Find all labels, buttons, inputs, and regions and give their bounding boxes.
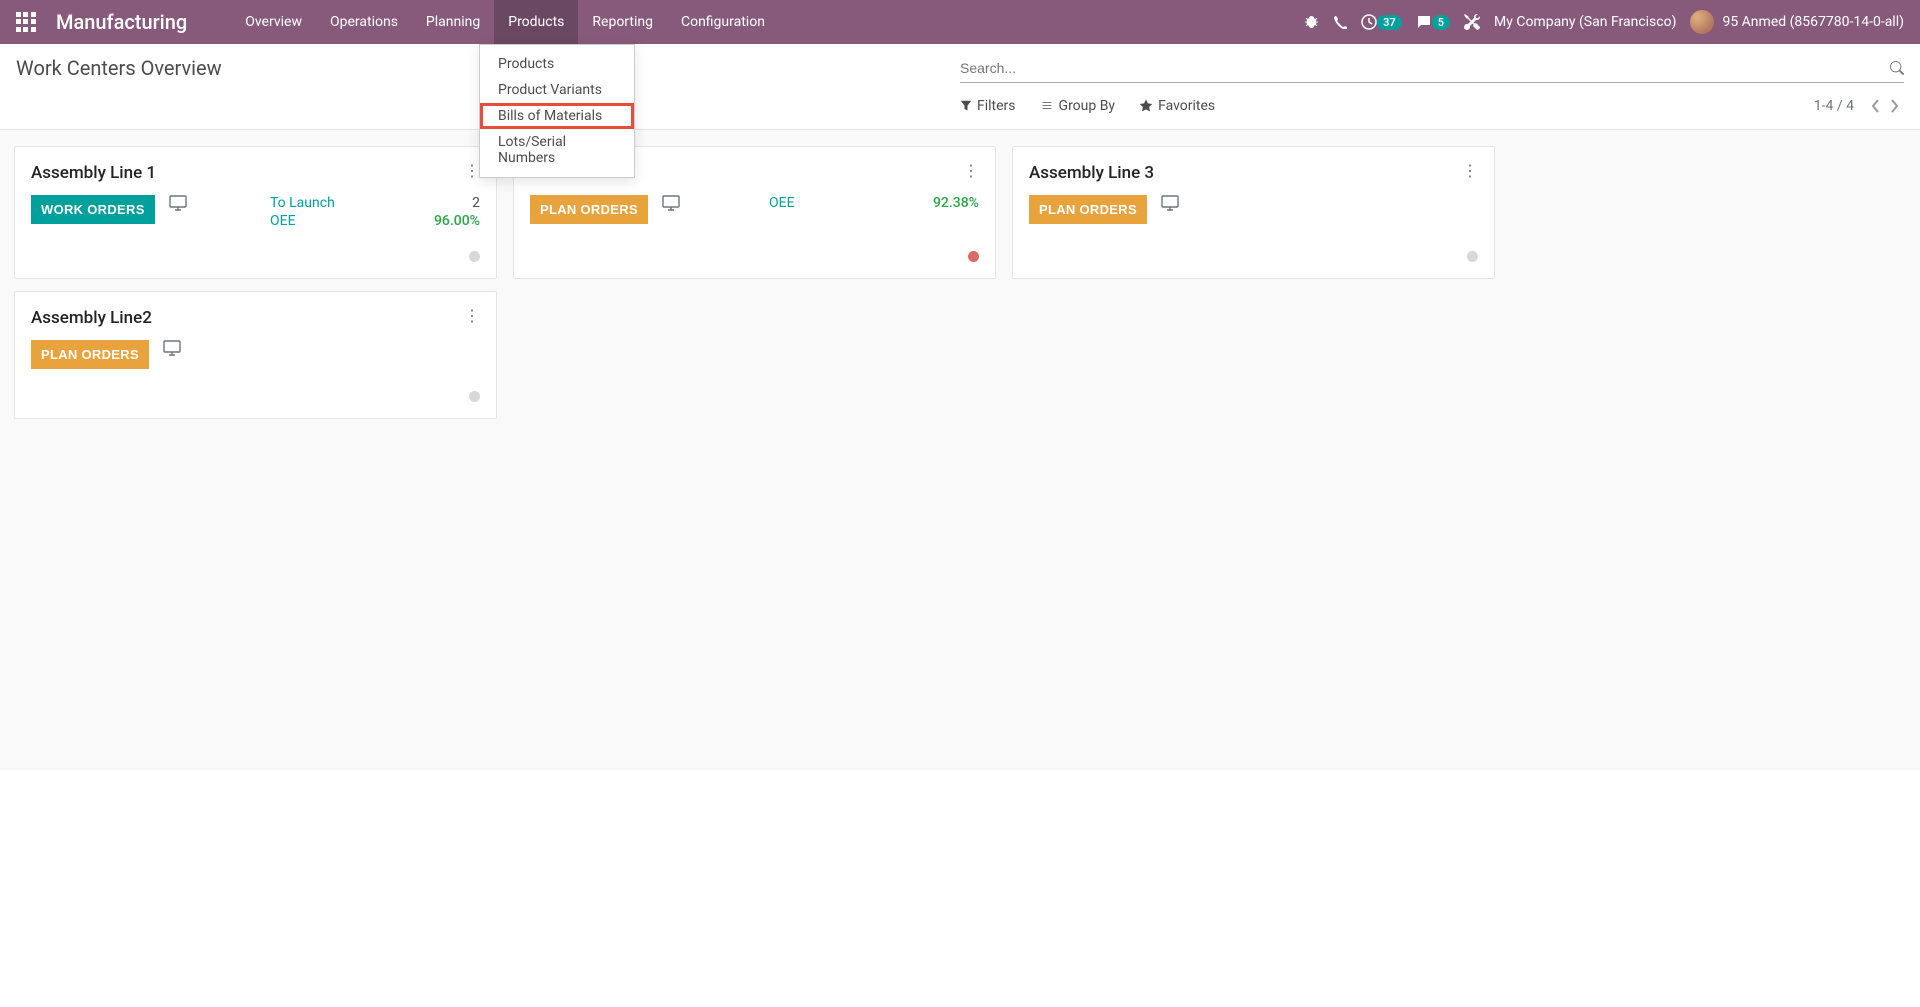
products-dropdown: Products Product Variants Bills of Mater… (479, 44, 635, 178)
search-icon[interactable] (1890, 61, 1904, 75)
chat-count: 5 (1432, 15, 1450, 30)
dropdown-products[interactable]: Products (480, 51, 634, 77)
search-row (960, 56, 1904, 83)
timer-badge[interactable]: 37 (1361, 14, 1402, 30)
search-input[interactable] (960, 56, 1890, 80)
monitor-icon[interactable] (662, 195, 680, 211)
dropdown-lots-serial[interactable]: Lots/Serial Numbers (480, 129, 634, 171)
card-menu-icon[interactable]: ⋮ (1462, 163, 1478, 179)
workcenter-card[interactable]: Assembly Line 3 ⋮ PLAN ORDERS (1012, 146, 1495, 279)
card-menu-icon[interactable]: ⋮ (963, 163, 979, 179)
pager-next[interactable] (1886, 95, 1904, 117)
nav-products[interactable]: Products (494, 0, 578, 44)
status-dot[interactable] (469, 251, 480, 262)
nav-reporting[interactable]: Reporting (578, 0, 667, 44)
stat-value: 92.38% (933, 195, 979, 211)
nav-configuration[interactable]: Configuration (667, 0, 779, 44)
control-panel: Work Centers Overview Filters Group By F… (0, 44, 1920, 130)
avatar (1690, 10, 1714, 34)
status-dot[interactable] (469, 391, 480, 402)
work-orders-button[interactable]: WORK ORDERS (31, 195, 155, 224)
user-name: 95 Anmed (8567780-14-0-all) (1722, 14, 1904, 30)
nav-operations[interactable]: Operations (316, 0, 412, 44)
nav-overview[interactable]: Overview (231, 0, 316, 44)
stat-label[interactable]: To Launch (270, 195, 335, 211)
dropdown-bills-of-materials[interactable]: Bills of Materials (480, 103, 634, 129)
nav-planning[interactable]: Planning (412, 0, 494, 44)
workcenter-card[interactable]: Assembly Line 1 ⋮ WORK ORDERS To Launch … (14, 146, 497, 279)
stat-value: 96.00% (434, 213, 480, 229)
app-title[interactable]: Manufacturing (56, 10, 187, 34)
card-menu-icon[interactable]: ⋮ (464, 308, 480, 324)
top-header: Manufacturing Overview Operations Planni… (0, 0, 1920, 44)
phone-icon[interactable] (1333, 15, 1347, 29)
monitor-icon[interactable] (163, 340, 181, 356)
monitor-icon[interactable] (1161, 195, 1179, 211)
stat-value: 2 (472, 195, 480, 211)
status-dot[interactable] (1467, 251, 1478, 262)
dropdown-product-variants[interactable]: Product Variants (480, 77, 634, 103)
favorites-button[interactable]: Favorites (1139, 98, 1215, 114)
plan-orders-button[interactable]: PLAN ORDERS (1029, 195, 1147, 224)
workcenter-card[interactable]: Assembly Line2 ⋮ PLAN ORDERS (14, 291, 497, 419)
card-title: Assembly Line 1 (31, 163, 156, 183)
status-dot[interactable] (968, 251, 979, 262)
filters-button[interactable]: Filters (960, 98, 1016, 114)
card-menu-icon[interactable]: ⋮ (464, 163, 480, 179)
plan-orders-button[interactable]: PLAN ORDERS (530, 195, 648, 224)
timer-count: 37 (1377, 15, 1402, 30)
pager-text: 1-4 / 4 (1814, 98, 1854, 114)
nav-menu: Overview Operations Planning Products Re… (231, 0, 779, 44)
stat-label[interactable]: OEE (270, 213, 296, 229)
header-right: 37 5 My Company (San Francisco) 95 Anmed… (1304, 10, 1904, 34)
star-icon (1139, 99, 1153, 113)
tools-icon[interactable] (1464, 14, 1480, 30)
plan-orders-button[interactable]: PLAN ORDERS (31, 340, 149, 369)
pager: 1-4 / 4 (1814, 95, 1904, 117)
monitor-icon[interactable] (169, 195, 187, 211)
kanban-view: Assembly Line 1 ⋮ WORK ORDERS To Launch … (0, 130, 1920, 770)
filter-row: Filters Group By Favorites 1-4 / 4 (960, 95, 1904, 117)
chevron-right-icon (1890, 99, 1900, 113)
apps-icon[interactable] (16, 12, 36, 32)
list-icon (1040, 100, 1054, 112)
pager-prev[interactable] (1866, 95, 1884, 117)
groupby-button[interactable]: Group By (1040, 98, 1116, 114)
funnel-icon (960, 100, 972, 112)
user-menu[interactable]: 95 Anmed (8567780-14-0-all) (1690, 10, 1904, 34)
card-title: Assembly Line2 (31, 308, 152, 328)
card-title: Assembly Line 3 (1029, 163, 1154, 183)
company-selector[interactable]: My Company (San Francisco) (1494, 14, 1676, 30)
chevron-left-icon (1870, 99, 1880, 113)
chat-badge[interactable]: 5 (1416, 14, 1450, 30)
stat-label[interactable]: OEE (769, 195, 795, 211)
bug-icon[interactable] (1304, 15, 1319, 30)
